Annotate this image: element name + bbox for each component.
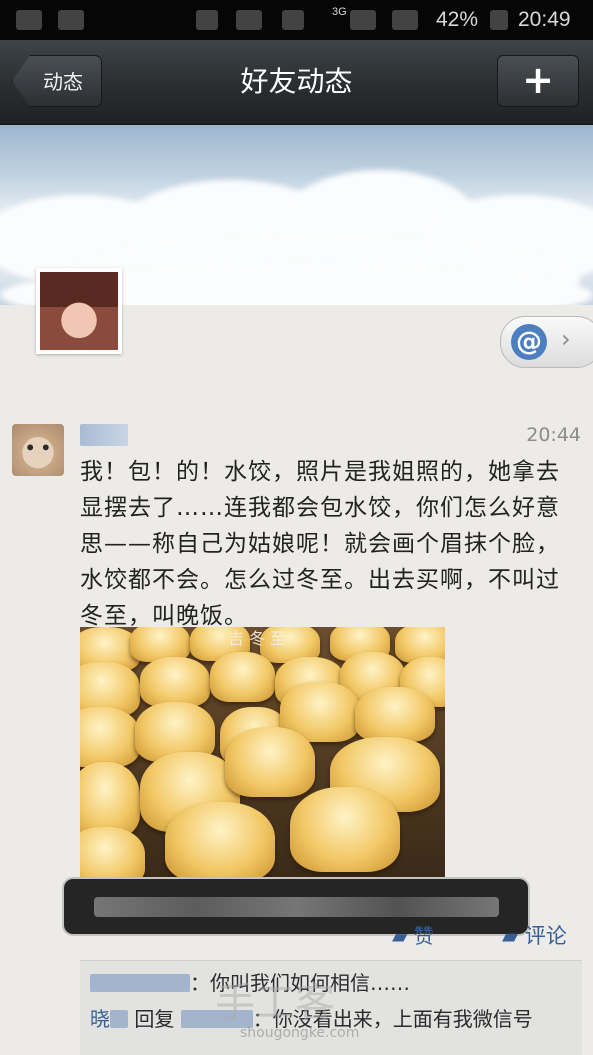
user-face-image xyxy=(40,272,118,350)
toast-text xyxy=(94,897,499,917)
comment-label: 评论 xyxy=(524,924,567,948)
battery-percent: 42% xyxy=(436,8,479,31)
post-photo[interactable]: 吉 冬 至 xyxy=(80,627,445,877)
post-author-avatar[interactable] xyxy=(12,424,64,476)
post-time: 20:44 xyxy=(526,424,581,446)
chevron-right-icon: › xyxy=(561,325,571,353)
like-button[interactable]: ▰ 赞 xyxy=(392,920,434,949)
comment-button[interactable]: ▰ 评论 xyxy=(502,920,567,950)
network-type: 3G xyxy=(332,6,347,18)
navigation-bar: 动态 好友动态 + xyxy=(0,40,593,125)
at-icon: @ xyxy=(511,324,547,360)
add-post-button[interactable]: + xyxy=(497,55,579,107)
like-label: 赞 xyxy=(413,924,434,948)
comment-author[interactable]: 晓 xyxy=(90,1007,110,1031)
thumbs-up-icon: ▰ xyxy=(392,924,414,948)
wifi-icon xyxy=(392,10,418,30)
status-time: 20:49 xyxy=(518,8,571,31)
photo-caption: 吉 冬 至 xyxy=(228,629,287,648)
signal-icon xyxy=(350,10,376,30)
notification-icon xyxy=(16,10,42,30)
watermark-url: shougongke.com xyxy=(240,1025,360,1041)
back-button[interactable]: 动态 xyxy=(12,55,102,107)
comment-author[interactable] xyxy=(90,974,190,992)
status-icon xyxy=(196,10,218,30)
mentions-button[interactable]: @ › xyxy=(500,316,593,368)
watermark-logo: 手工客 xyxy=(215,980,335,1026)
reply-word: 回复 xyxy=(134,1007,175,1031)
post-text: 我！包！的！水饺，照片是我姐照的，她拿去显摆去了……连我都会包水饺，你们怎么好意… xyxy=(80,459,560,629)
comment-icon: ▰ xyxy=(502,924,525,948)
post-author-name[interactable] xyxy=(80,424,128,446)
status-bar: 3G 42% 20:49 xyxy=(0,0,593,40)
status-icon xyxy=(282,10,304,30)
status-icon xyxy=(236,10,262,30)
page-title: 好友动态 xyxy=(240,65,353,98)
avatar[interactable] xyxy=(36,268,122,354)
toast-notification xyxy=(64,879,528,934)
notification-icon xyxy=(58,10,84,30)
battery-icon xyxy=(490,10,508,30)
